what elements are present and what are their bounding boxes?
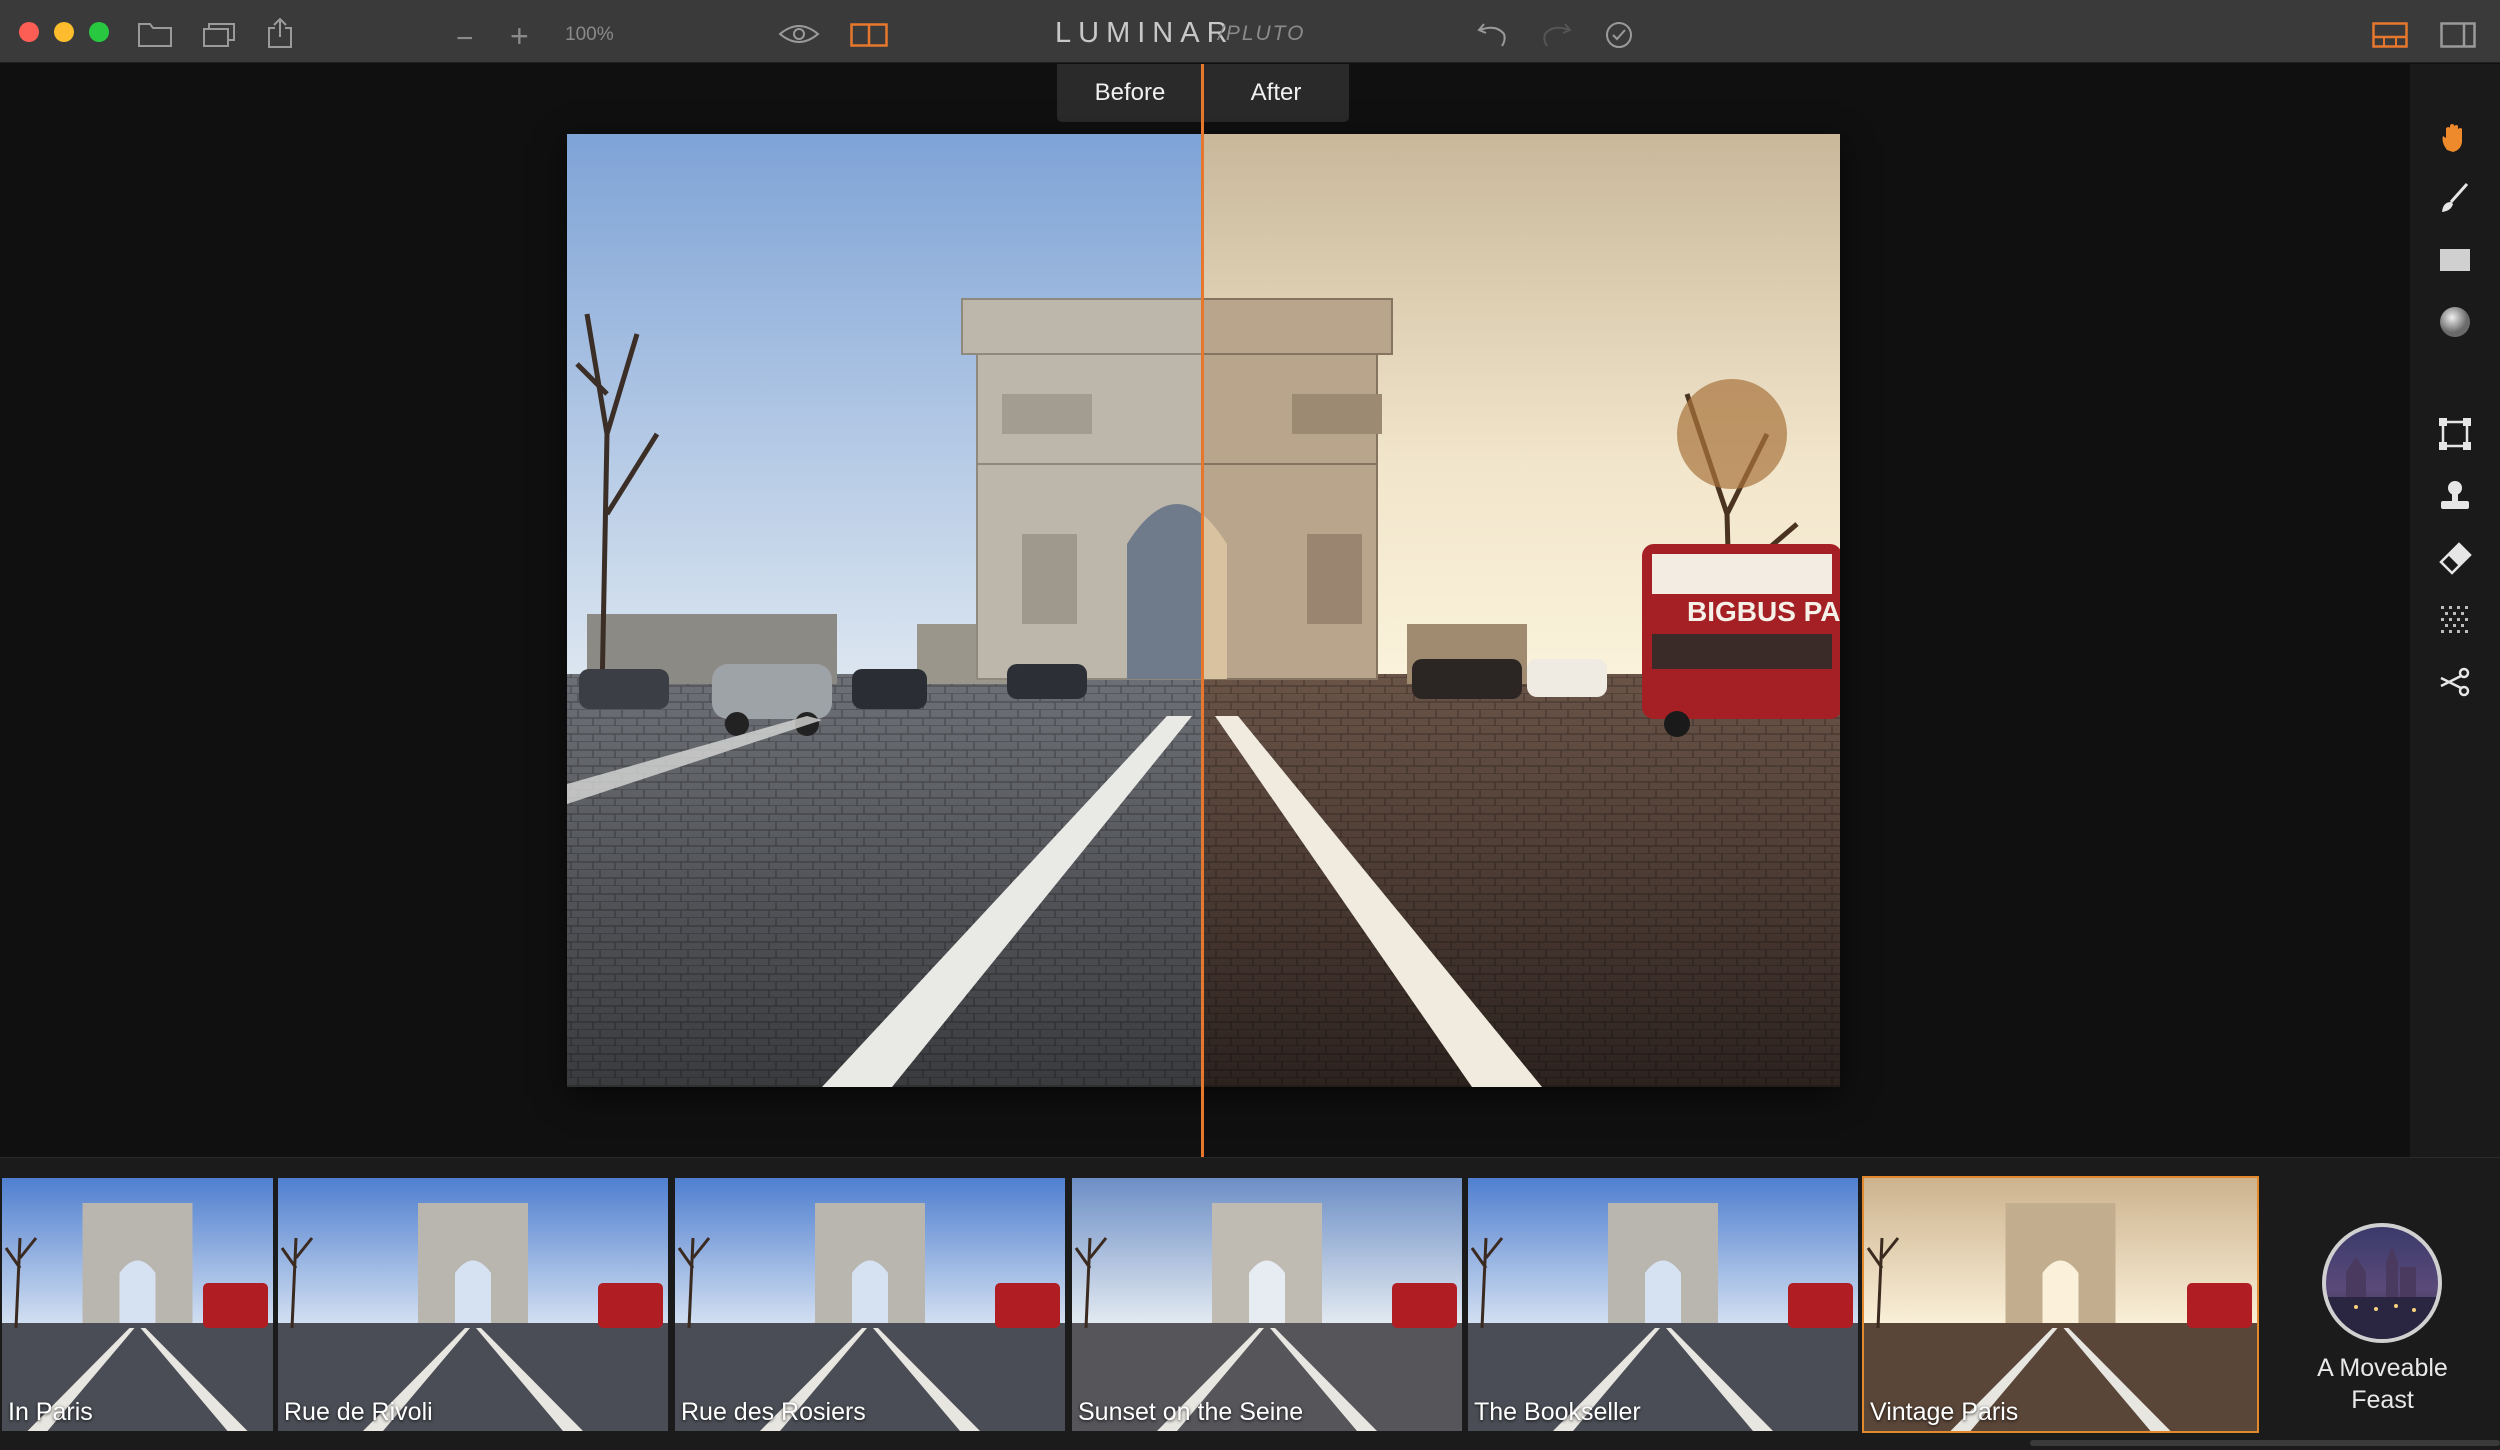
zoom-out-button[interactable]: − xyxy=(456,22,474,56)
zoom-in-button[interactable]: + xyxy=(510,18,529,55)
clone-stamp-icon[interactable] xyxy=(2435,476,2475,516)
collection-avatar xyxy=(2322,1223,2442,1343)
collection-label-line1: A Moveable xyxy=(2317,1354,2448,1382)
redo-icon[interactable] xyxy=(1541,20,1573,48)
sidebar-toggle-icon[interactable] xyxy=(2440,22,2476,48)
layout-filmstrip-icon[interactable] xyxy=(2372,22,2408,48)
preset-thumb-2[interactable]: Rue des Rosiers xyxy=(673,1176,1067,1433)
preset-label: The Bookseller xyxy=(1474,1398,1641,1426)
presets-filmstrip: In Paris Rue de Rivoli Rue des Rosiers Suns… xyxy=(0,1157,2500,1450)
preset-preview-image xyxy=(675,1178,1065,1431)
pan-hand-icon[interactable] xyxy=(2435,118,2475,158)
filmstrip-scrollbar[interactable] xyxy=(2030,1440,2500,1446)
preview-eye-icon[interactable] xyxy=(778,22,820,46)
share-export-icon[interactable] xyxy=(266,17,294,49)
preset-label: In Paris xyxy=(8,1398,93,1426)
collection-label-line2: Feast xyxy=(2351,1386,2414,1414)
compare-split-handle[interactable] xyxy=(1201,64,1204,1157)
preset-thumb-1[interactable]: Rue de Rivoli xyxy=(276,1176,670,1433)
open-folder-icon[interactable] xyxy=(137,20,173,48)
svg-text:BIGBUS PA: BIGBUS PA xyxy=(1687,596,1840,627)
compare-split-icon[interactable] xyxy=(850,23,888,47)
undo-icon[interactable] xyxy=(1476,20,1508,48)
window-close-button[interactable] xyxy=(19,22,39,42)
zoom-level[interactable]: 100% xyxy=(565,24,614,46)
noise-texture-icon[interactable] xyxy=(2435,600,2475,640)
preset-label: Vintage Paris xyxy=(1870,1398,2019,1426)
brush-icon[interactable] xyxy=(2435,178,2475,218)
window-minimize-button[interactable] xyxy=(54,22,74,42)
erase-icon[interactable] xyxy=(2435,538,2475,578)
preset-thumb-5[interactable]: Vintage Paris xyxy=(1862,1176,2259,1433)
app-brand-title: LUMINAR xyxy=(1055,17,1235,49)
tools-rail xyxy=(2410,64,2500,1157)
preset-thumb-4[interactable]: The Bookseller xyxy=(1466,1176,1860,1433)
app-brand-edition: /PLUTO xyxy=(1218,22,1306,45)
preset-label: Sunset on the Seine xyxy=(1078,1398,1304,1426)
cut-scissors-icon[interactable] xyxy=(2435,662,2475,702)
after-tab[interactable]: After xyxy=(1203,64,1349,122)
preset-label: Rue de Rivoli xyxy=(284,1398,433,1426)
preset-thumb-3[interactable]: Sunset on the Seine xyxy=(1070,1176,1464,1433)
preset-preview-image xyxy=(1864,1178,2257,1431)
history-check-icon[interactable] xyxy=(1604,20,1634,50)
preset-thumb-0[interactable]: In Paris xyxy=(0,1176,275,1433)
collection-moveable-feast[interactable]: A Moveable Feast xyxy=(2265,1157,2500,1450)
preset-preview-image xyxy=(278,1178,668,1431)
before-tab[interactable]: Before xyxy=(1057,64,1203,122)
collection-label: A Moveable Feast xyxy=(2265,1352,2500,1416)
batch-stack-icon[interactable] xyxy=(202,20,238,48)
crop-transform-icon[interactable] xyxy=(2435,414,2475,454)
preset-preview-image xyxy=(1468,1178,1858,1431)
top-toolbar: − + 100% LUMINAR /PLUTO xyxy=(0,0,2500,63)
radial-mask-icon[interactable] xyxy=(2435,302,2475,342)
preset-label: Rue des Rosiers xyxy=(681,1398,866,1426)
window-zoom-button[interactable] xyxy=(89,22,109,42)
gradient-rect-icon[interactable] xyxy=(2435,240,2475,280)
preset-preview-image xyxy=(1072,1178,1462,1431)
preset-preview-image xyxy=(2,1178,273,1431)
